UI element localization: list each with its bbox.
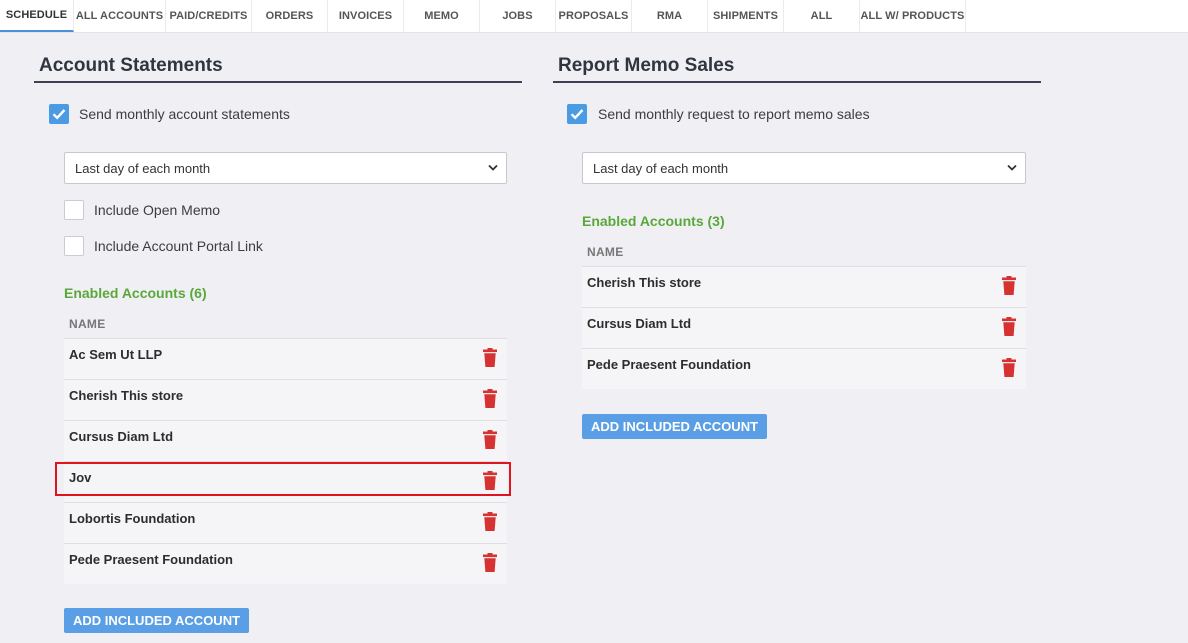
tab-jobs[interactable]: JOBS bbox=[480, 0, 556, 32]
tab-bar: SCHEDULE ALL ACCOUNTS PAID/CREDITS ORDER… bbox=[0, 0, 1188, 33]
trash-icon[interactable] bbox=[483, 348, 497, 367]
account-statements-enabled-title: Enabled Accounts (6) bbox=[64, 285, 207, 301]
trash-icon[interactable] bbox=[483, 512, 497, 531]
table-row: Cursus Diam Ltd bbox=[64, 420, 507, 461]
account-statements-schedule-select[interactable]: Last day of each month bbox=[64, 152, 507, 184]
send-memo-sales-request-label: Send monthly request to report memo sale… bbox=[598, 106, 870, 122]
account-name: Cursus Diam Ltd bbox=[587, 316, 692, 331]
tab-invoices[interactable]: INVOICES bbox=[328, 0, 404, 32]
table-row: Pede Praesent Foundation bbox=[64, 543, 507, 584]
trash-icon[interactable] bbox=[483, 430, 497, 449]
table-row: Lobortis Foundation bbox=[64, 502, 507, 543]
send-memo-sales-request-checkbox[interactable] bbox=[567, 104, 587, 124]
include-open-memo-checkbox[interactable] bbox=[64, 200, 84, 220]
account-name: Cherish This store bbox=[587, 275, 702, 290]
check-icon bbox=[570, 109, 584, 120]
account-name: Pede Praesent Foundation bbox=[587, 357, 751, 372]
memo-sales-schedule-value: Last day of each month bbox=[593, 160, 729, 176]
trash-icon[interactable] bbox=[483, 553, 497, 572]
chevron-down-icon bbox=[1007, 164, 1017, 171]
tab-all[interactable]: ALL bbox=[784, 0, 860, 32]
account-statements-name-header: NAME bbox=[69, 317, 106, 331]
table-row: Pede Praesent Foundation bbox=[582, 348, 1026, 389]
memo-sales-name-header: NAME bbox=[587, 245, 624, 259]
chevron-down-icon bbox=[488, 164, 498, 171]
account-name: Lobortis Foundation bbox=[69, 511, 196, 526]
account-statements-add-account-button[interactable]: ADD INCLUDED ACCOUNT bbox=[64, 608, 249, 633]
trash-icon[interactable] bbox=[483, 389, 497, 408]
trash-icon[interactable] bbox=[1002, 358, 1016, 377]
memo-sales-add-account-button[interactable]: ADD INCLUDED ACCOUNT bbox=[582, 414, 767, 439]
trash-icon[interactable] bbox=[1002, 317, 1016, 336]
include-portal-link-label: Include Account Portal Link bbox=[94, 238, 263, 254]
account-name: Pede Praesent Foundation bbox=[69, 552, 233, 567]
check-icon bbox=[52, 109, 66, 120]
memo-sales-enabled-title: Enabled Accounts (3) bbox=[582, 213, 725, 229]
account-statements-title: Account Statements bbox=[34, 55, 522, 83]
include-portal-link-checkbox[interactable] bbox=[64, 236, 84, 256]
tab-paid-credits[interactable]: PAID/CREDITS bbox=[166, 0, 252, 32]
tab-shipments[interactable]: SHIPMENTS bbox=[708, 0, 784, 32]
tab-all-accounts[interactable]: ALL ACCOUNTS bbox=[74, 0, 166, 32]
send-account-statements-checkbox[interactable] bbox=[49, 104, 69, 124]
account-name: Cherish This store bbox=[69, 388, 184, 403]
table-row: Jov bbox=[64, 461, 507, 502]
trash-icon[interactable] bbox=[1002, 276, 1016, 295]
tab-schedule[interactable]: SCHEDULE bbox=[0, 0, 74, 32]
include-open-memo-label: Include Open Memo bbox=[94, 202, 221, 218]
tab-rma[interactable]: RMA bbox=[632, 0, 708, 32]
table-row: Cursus Diam Ltd bbox=[582, 307, 1026, 348]
tab-memo[interactable]: MEMO bbox=[404, 0, 480, 32]
account-name: Jov bbox=[69, 470, 92, 485]
account-name: Cursus Diam Ltd bbox=[69, 429, 174, 444]
send-account-statements-label: Send monthly account statements bbox=[79, 106, 290, 122]
memo-sales-schedule-select[interactable]: Last day of each month bbox=[582, 152, 1026, 184]
account-statements-schedule-value: Last day of each month bbox=[75, 160, 211, 176]
account-name: Ac Sem Ut LLP bbox=[69, 347, 163, 362]
tab-orders[interactable]: ORDERS bbox=[252, 0, 328, 32]
tab-proposals[interactable]: PROPOSALS bbox=[556, 0, 632, 32]
table-row: Cherish This store bbox=[64, 379, 507, 420]
table-row: Ac Sem Ut LLP bbox=[64, 338, 507, 379]
trash-icon[interactable] bbox=[483, 471, 497, 490]
tab-all-with-products[interactable]: ALL W/ PRODUCTS bbox=[860, 0, 966, 32]
table-row: Cherish This store bbox=[582, 266, 1026, 307]
report-memo-sales-title: Report Memo Sales bbox=[553, 55, 1041, 83]
